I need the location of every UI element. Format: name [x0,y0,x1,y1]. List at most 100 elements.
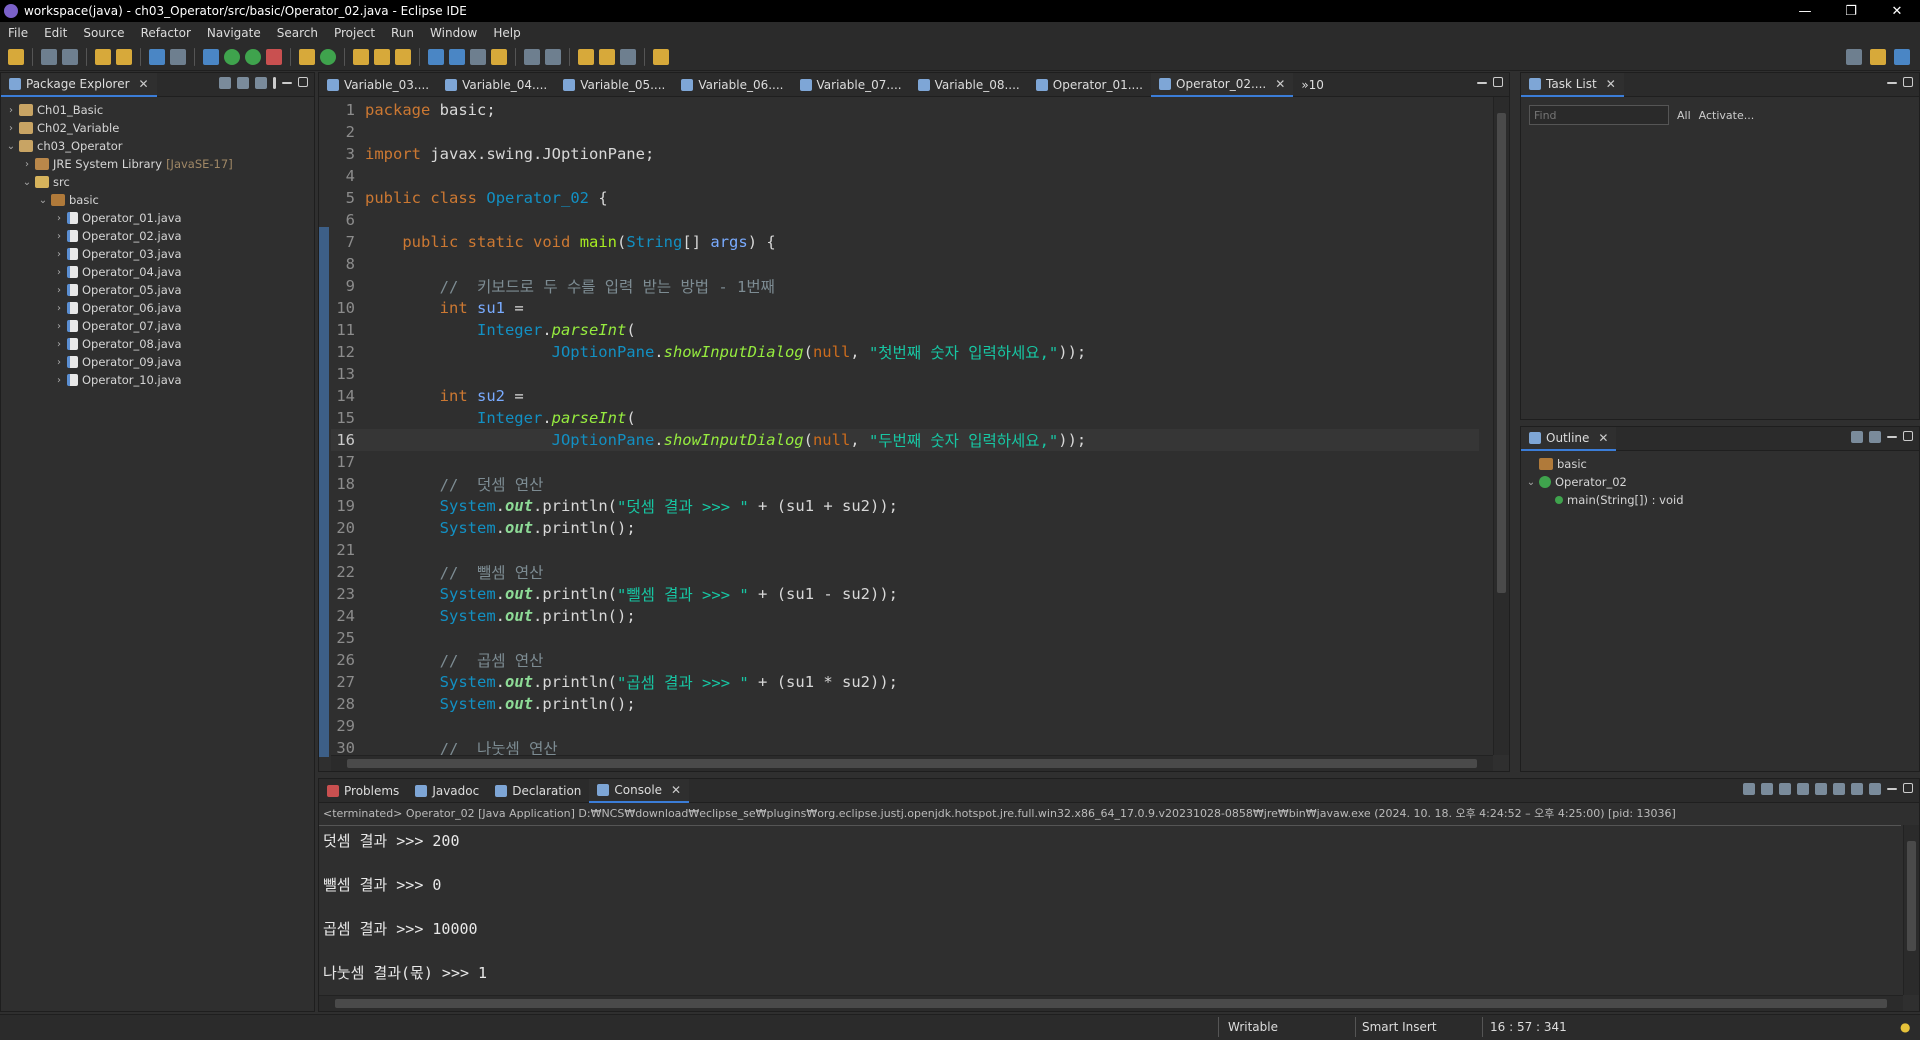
filter-all-link[interactable]: All [1677,109,1691,122]
close-icon[interactable]: ✕ [1275,77,1285,91]
tree-item-file[interactable]: › Operator_08.java [5,335,314,353]
scroll-thumb[interactable] [335,999,1887,1008]
close-icon[interactable]: ✕ [671,783,681,797]
maximize-view-icon[interactable] [1903,431,1913,441]
menu-source[interactable]: Source [75,26,132,40]
forward-icon[interactable] [620,48,636,65]
tab-operator-01[interactable]: Operator_01.... [1028,73,1151,97]
terminate-icon[interactable] [1743,783,1755,795]
tab-operator-02[interactable]: Operator_02.... ✕ [1151,72,1294,97]
pin-console-icon[interactable] [1833,783,1845,795]
remove-launch-icon[interactable] [1761,783,1773,795]
close-icon[interactable]: ✕ [139,77,149,91]
chevron-right-icon[interactable]: › [21,159,33,170]
maximize-view-icon[interactable] [1903,77,1913,87]
tree-item-file[interactable]: › Operator_05.java [5,281,314,299]
restore-button[interactable]: ❐ [1828,4,1874,19]
terminal-icon[interactable] [149,48,165,65]
undo-icon[interactable] [95,48,111,65]
run-icon[interactable] [224,48,240,65]
menu-file[interactable]: File [0,26,36,40]
scroll-thumb[interactable] [347,759,1477,768]
tab-package-explorer[interactable]: Package Explorer ✕ [1,72,157,97]
filter-icon[interactable] [255,77,267,89]
minimize-button[interactable]: — [1782,4,1828,19]
minimize-view-icon[interactable] [1887,436,1897,438]
menu-window[interactable]: Window [422,26,485,40]
debug-icon[interactable] [203,48,219,65]
menu-help[interactable]: Help [485,26,528,40]
sort-icon[interactable] [1851,431,1863,443]
next-annotation-icon[interactable] [524,48,540,65]
tab-outline[interactable]: Outline ✕ [1521,426,1617,451]
menu-project[interactable]: Project [326,26,383,40]
back-icon[interactable] [599,48,615,65]
tree-item-file[interactable]: › Operator_03.java [5,245,314,263]
status-insert-mode[interactable]: Smart Insert [1362,1020,1437,1034]
menu-refactor[interactable]: Refactor [133,26,199,40]
tab-variable-04[interactable]: Variable_04.... [437,73,555,97]
tree-item-file[interactable]: › Operator_07.java [5,317,314,335]
close-icon[interactable]: ✕ [1606,77,1616,91]
tree-item-package[interactable]: ⌄ basic [5,191,314,209]
tree-item-project[interactable]: › Ch02_Variable [5,119,314,137]
maximize-view-icon[interactable] [1903,783,1913,793]
chevron-right-icon[interactable]: › [5,105,17,116]
coverage-icon[interactable] [245,48,261,65]
tab-variable-03[interactable]: Variable_03.... [319,73,437,97]
scroll-thumb[interactable] [1907,841,1916,951]
tab-console[interactable]: Console ✕ [589,778,690,803]
code-editor[interactable]: 1 package basic; 2 3 import javax.swing.JO… [319,97,1509,771]
tab-javadoc[interactable]: Javadoc [407,779,487,803]
collapse-all-icon[interactable] [219,77,231,89]
new-icon[interactable] [8,48,24,65]
menu-run[interactable]: Run [383,26,422,40]
outline-item-package[interactable]: basic [1525,455,1919,473]
maximize-view-icon[interactable] [298,77,308,87]
maximize-view-icon[interactable] [1493,77,1503,87]
word-wrap-icon[interactable] [1815,783,1827,795]
menu-search[interactable]: Search [269,26,326,40]
outline-item-class[interactable]: ⌄ Operator_02 [1525,473,1919,491]
tree-item-library[interactable]: › JRE System Library [JavaSE-17] [5,155,314,173]
open-task-icon[interactable] [374,48,390,65]
chevron-right-icon[interactable]: › [53,231,65,242]
menu-navigate[interactable]: Navigate [199,26,269,40]
minimize-view-icon[interactable] [1887,788,1897,790]
tab-problems[interactable]: Problems [319,779,407,803]
tree-item-file[interactable]: › Operator_04.java [5,263,314,281]
tab-variable-05[interactable]: Variable_05.... [555,73,673,97]
tree-item-src[interactable]: ⌄ src [5,173,314,191]
external-tools-icon[interactable] [266,48,282,65]
minimize-view-icon[interactable] [282,82,292,84]
tab-declaration[interactable]: Declaration [487,779,589,803]
tab-variable-08[interactable]: Variable_08.... [910,73,1028,97]
toggle-mark-occurrences-icon[interactable] [428,48,444,65]
pin-editor-icon[interactable] [653,48,669,65]
show-whitespace-icon[interactable] [491,48,507,65]
open-type-icon[interactable] [353,48,369,65]
tree-item-file[interactable]: › Operator_02.java [5,227,314,245]
chevron-right-icon[interactable]: › [53,339,65,350]
chevron-right-icon[interactable]: › [53,249,65,260]
link-editor-icon[interactable] [237,77,249,89]
search-tool-icon[interactable] [395,48,411,65]
tab-variable-07[interactable]: Variable_07.... [792,73,910,97]
last-edit-location-icon[interactable] [578,48,594,65]
tree-item-file[interactable]: › Operator_09.java [5,353,314,371]
close-icon[interactable]: ✕ [1598,431,1608,445]
minimize-view-icon[interactable] [1477,82,1487,84]
scroll-lock-icon[interactable] [1797,783,1809,795]
chevron-right-icon[interactable]: › [53,267,65,278]
console-output[interactable]: 덧셈 결과 >>> 200 뺄셈 결과 >>> 0 곱셈 결과 >>> 1000… [319,825,1901,995]
save-all-icon[interactable] [62,48,78,65]
redo-icon[interactable] [116,48,132,65]
chevron-down-icon[interactable]: ⌄ [5,141,17,152]
minimize-view-icon[interactable] [1887,82,1897,84]
tree-item-project[interactable]: ⌄ ch03_Operator [5,137,314,155]
chevron-down-icon[interactable]: ⌄ [21,177,33,188]
save-icon[interactable] [41,48,57,65]
display-console-icon[interactable] [1851,783,1863,795]
tree-item-file[interactable]: › Operator_06.java [5,299,314,317]
console-horizontal-scrollbar[interactable] [319,995,1903,1011]
